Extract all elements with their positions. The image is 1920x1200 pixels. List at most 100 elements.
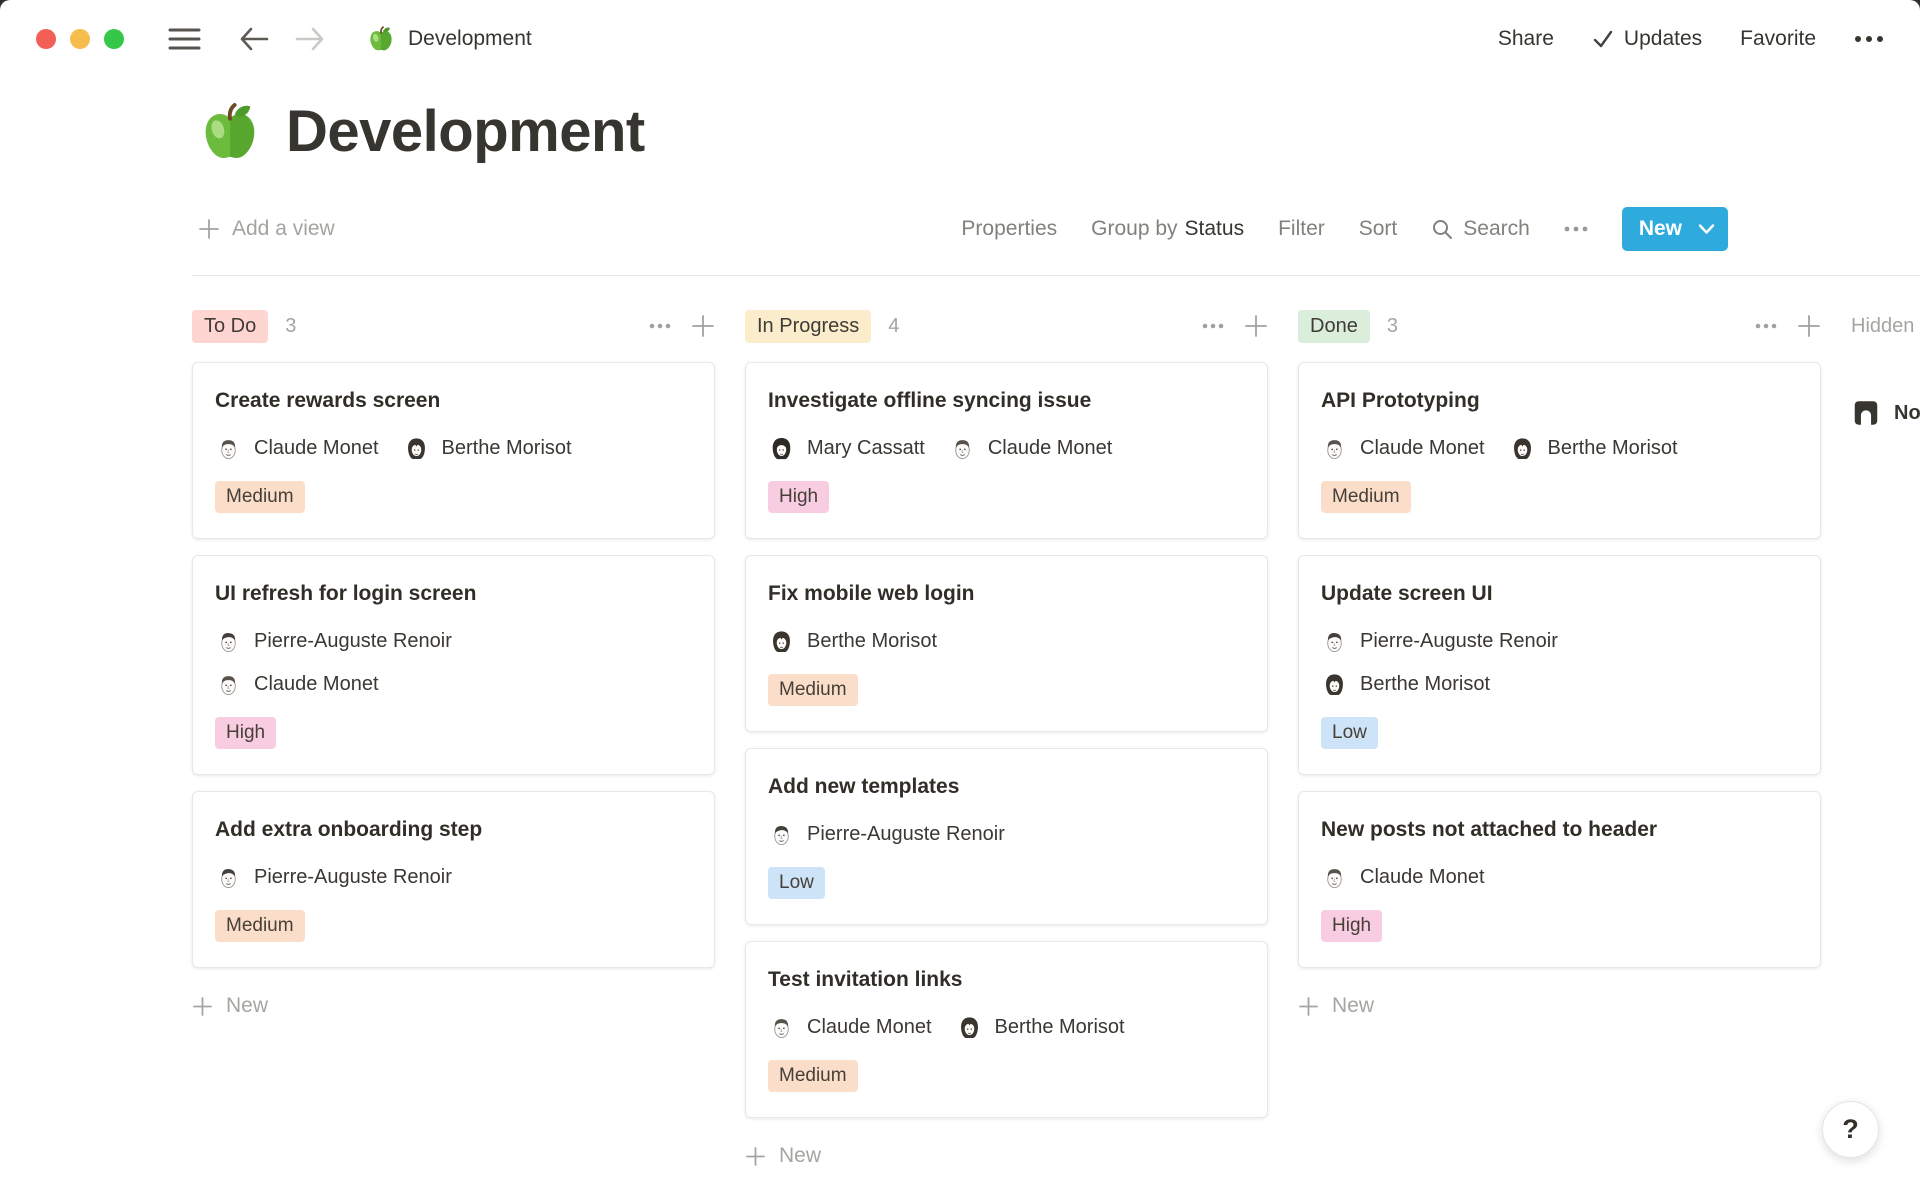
priority-tag: High — [1321, 910, 1382, 942]
more-options-icon[interactable] — [1854, 35, 1884, 43]
card-assignees: Pierre-Auguste Renoir — [215, 864, 692, 891]
board-card[interactable]: UI refresh for login screen Pierre-Augus… — [192, 555, 715, 775]
card-list: Create rewards screen Claude MonetBerthe… — [192, 362, 715, 968]
updates-button[interactable]: Updates — [1592, 27, 1702, 51]
zoom-window-button[interactable] — [104, 29, 124, 49]
column-add-icon[interactable] — [691, 314, 715, 338]
kanban-board: To Do 3 Create rewards screen Claude Mon… — [0, 276, 1920, 1184]
card-assignees: Claude Monet Berthe Morisot — [768, 1014, 1245, 1041]
breadcrumb[interactable]: Development — [367, 25, 532, 53]
column-status-pill[interactable]: Done — [1298, 310, 1370, 343]
priority-tag: Medium — [215, 481, 305, 513]
plus-icon — [198, 218, 220, 240]
help-button[interactable]: ? — [1822, 1101, 1879, 1158]
add-view-button[interactable]: Add a view — [198, 217, 335, 241]
avatar-morisot-icon — [403, 435, 430, 462]
card-title: API Prototyping — [1321, 387, 1798, 414]
assignee-name: Claude Monet — [807, 1016, 932, 1039]
column-header: To Do 3 — [192, 306, 715, 346]
inbox-icon — [1851, 398, 1881, 428]
column-add-icon[interactable] — [1244, 314, 1268, 338]
card-title: Update screen UI — [1321, 580, 1798, 607]
card-title: New posts not attached to header — [1321, 816, 1798, 843]
card-assignees: Pierre-Auguste Renoir — [768, 821, 1245, 848]
hidden-columns-section: Hidden columns No Status — [1851, 306, 1920, 428]
column-more-icon[interactable] — [1755, 323, 1777, 329]
properties-button[interactable]: Properties — [961, 217, 1057, 241]
card-assignees: Claude Monet — [1321, 864, 1798, 891]
plus-icon — [192, 996, 213, 1017]
window-topbar: Development Share Updates Favorite — [0, 0, 1920, 78]
assignee-name: Pierre-Auguste Renoir — [254, 630, 452, 653]
priority-tag: Medium — [1321, 481, 1411, 513]
column-new-button[interactable]: New — [1298, 994, 1374, 1018]
minimize-window-button[interactable] — [70, 29, 90, 49]
assignee-monet: Claude Monet — [768, 1014, 932, 1041]
column-add-icon[interactable] — [1797, 314, 1821, 338]
assignee-name: Berthe Morisot — [995, 1016, 1125, 1039]
assignee-morisot: Berthe Morisot — [956, 1014, 1125, 1041]
breadcrumb-page-title: Development — [408, 27, 532, 51]
column-header: In Progress 4 — [745, 306, 1268, 346]
hidden-columns-label[interactable]: Hidden columns — [1851, 306, 1920, 346]
column-status-pill[interactable]: In Progress — [745, 310, 871, 343]
assignee-name: Berthe Morisot — [1360, 673, 1490, 696]
sort-button[interactable]: Sort — [1359, 217, 1398, 241]
board-card[interactable]: Add new templates Pierre-Auguste Renoir … — [745, 748, 1268, 925]
assignee-morisot: Berthe Morisot — [768, 628, 937, 655]
card-assignees: Claude MonetBerthe Morisot — [215, 435, 692, 462]
avatar-monet-icon — [768, 1014, 795, 1041]
board-card[interactable]: API Prototyping Claude MonetBerthe Moris… — [1298, 362, 1821, 539]
avatar-monet-icon — [215, 671, 242, 698]
column-status-pill[interactable]: To Do — [192, 310, 268, 343]
new-button[interactable]: New — [1622, 207, 1728, 251]
assignee-name: Claude Monet — [254, 673, 379, 696]
card-title: Add new templates — [768, 773, 1245, 800]
column-new-button[interactable]: New — [192, 994, 268, 1018]
filter-button[interactable]: Filter — [1278, 217, 1325, 241]
view-more-options-icon[interactable] — [1564, 226, 1588, 232]
card-title: Create rewards screen — [215, 387, 692, 414]
close-window-button[interactable] — [36, 29, 56, 49]
assignee-renoir: Pierre-Auguste Renoir — [215, 628, 452, 655]
hidden-group-no-status[interactable]: No Status — [1851, 398, 1920, 428]
chevron-down-icon — [1698, 223, 1715, 235]
assignee-name: Berthe Morisot — [1548, 437, 1678, 460]
search-button[interactable]: Search — [1431, 217, 1530, 241]
group-by-button[interactable]: Group byStatus — [1091, 217, 1244, 241]
assignee-renoir: Pierre-Auguste Renoir — [1321, 628, 1558, 655]
board-card[interactable]: New posts not attached to header Claude … — [1298, 791, 1821, 968]
assignee-name: Claude Monet — [254, 437, 379, 460]
board-card[interactable]: Create rewards screen Claude MonetBerthe… — [192, 362, 715, 539]
board-card[interactable]: Test invitation links Claude Monet Berthe… — [745, 941, 1268, 1118]
notion-window: Development Share Updates Favorite Devel… — [0, 0, 1920, 1200]
board-column-done: Done 3 API Prototyping Claude MonetBerth… — [1298, 306, 1821, 1018]
column-more-icon[interactable] — [649, 323, 671, 329]
card-assignees: Claude MonetBerthe Morisot — [1321, 435, 1798, 462]
traffic-lights — [36, 29, 124, 49]
forward-arrow-icon[interactable] — [295, 26, 325, 52]
avatar-cassatt-icon — [768, 435, 795, 462]
column-header: Done 3 — [1298, 306, 1821, 346]
board-column-in-progress: In Progress 4 Investigate offline syncin… — [745, 306, 1268, 1168]
avatar-monet-icon — [949, 435, 976, 462]
avatar-renoir-icon — [768, 821, 795, 848]
priority-tag: Low — [1321, 717, 1378, 749]
group-by-value: Status — [1185, 217, 1245, 240]
column-new-button[interactable]: New — [745, 1144, 821, 1168]
page-icon-apple-large[interactable] — [198, 100, 262, 164]
priority-tag: Low — [768, 867, 825, 899]
back-arrow-icon[interactable] — [239, 26, 269, 52]
column-more-icon[interactable] — [1202, 323, 1224, 329]
favorite-button[interactable]: Favorite — [1740, 27, 1816, 51]
assignee-name: Claude Monet — [988, 437, 1113, 460]
board-card[interactable]: Add extra onboarding step Pierre-Auguste… — [192, 791, 715, 968]
board-card[interactable]: Fix mobile web login Berthe Morisot Medi… — [745, 555, 1268, 732]
board-card[interactable]: Investigate offline syncing issue Mary C… — [745, 362, 1268, 539]
sidebar-menu-icon[interactable] — [168, 26, 201, 52]
assignee-name: Claude Monet — [1360, 866, 1485, 889]
assignee-monet: Claude Monet — [215, 671, 379, 698]
share-button[interactable]: Share — [1498, 27, 1554, 51]
board-card[interactable]: Update screen UI Pierre-Auguste Renoir Be… — [1298, 555, 1821, 775]
card-title: Test invitation links — [768, 966, 1245, 993]
